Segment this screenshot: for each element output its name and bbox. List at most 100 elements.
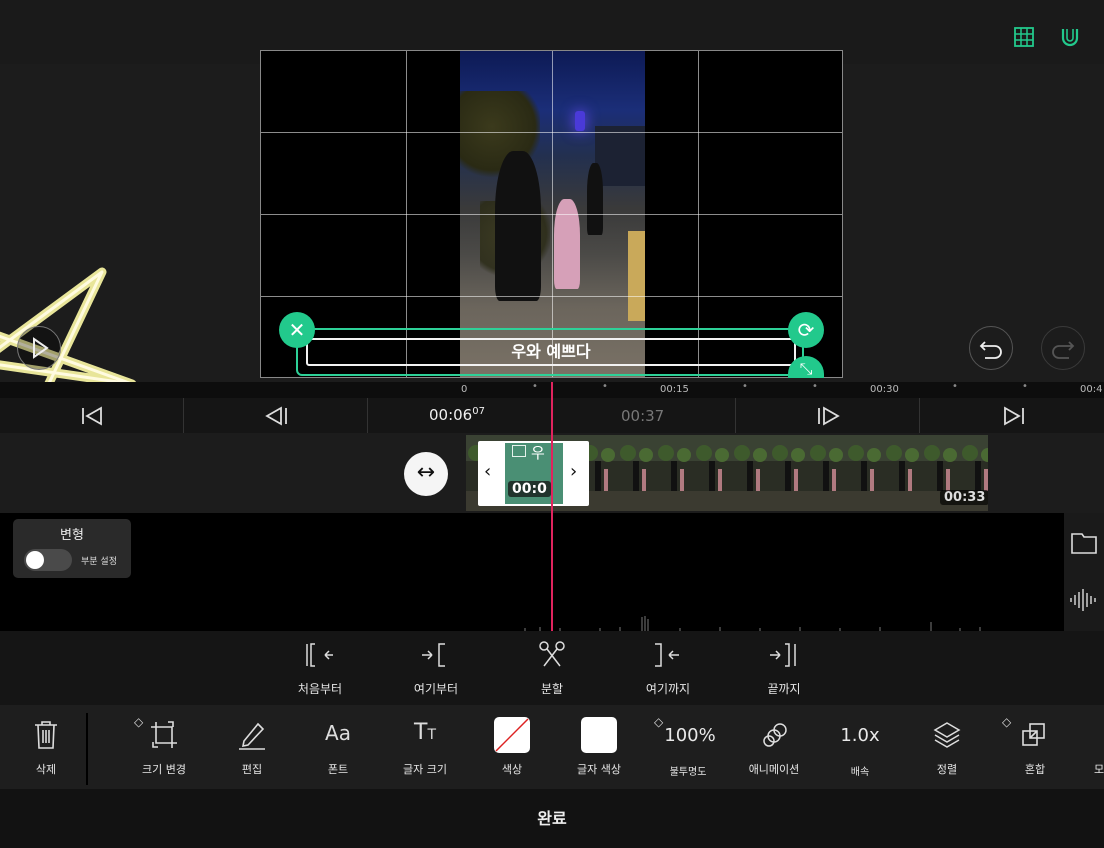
ruler-dot: • <box>1022 381 1028 392</box>
divider <box>367 398 368 433</box>
color-button[interactable]: 색상 <box>482 715 542 781</box>
keyframe-diamond-icon: ◇ <box>134 715 144 729</box>
track-area <box>0 513 1064 631</box>
delete-button[interactable]: 삭제 <box>16 715 76 781</box>
person-child <box>554 199 580 289</box>
opacity-label: 불투명도 <box>669 767 707 778</box>
opacity-button[interactable]: ◇ 100% 불투명도 <box>652 715 724 781</box>
jump-to-start-icon[interactable] <box>78 402 108 430</box>
toolbar-divider <box>86 713 88 785</box>
ruler-dot: • <box>812 381 818 392</box>
edit-button[interactable]: 편집 <box>222 715 282 781</box>
rotate-icon[interactable]: ⟳ <box>788 312 824 348</box>
folder-icon[interactable] <box>1070 529 1098 555</box>
transform-title: 변형 <box>60 528 84 543</box>
light-shape <box>575 111 585 131</box>
magnet-snap-icon[interactable] <box>1057 24 1083 50</box>
ruler-tick-label: 00:4 <box>1080 384 1103 395</box>
trim-left-handle-icon[interactable]: ‹ <box>484 461 491 482</box>
no-color-swatch-icon <box>494 717 530 753</box>
blend-button[interactable]: ◇ 혼합 <box>1000 715 1070 781</box>
grid-icon[interactable] <box>1011 24 1037 50</box>
undo-button[interactable] <box>969 326 1013 370</box>
keyframe-diamond-icon: ◇ <box>1002 715 1012 729</box>
font-size-button[interactable]: TT 글자 크기 <box>395 715 455 781</box>
font-button[interactable]: Aa 폰트 <box>308 715 368 781</box>
redo-button[interactable] <box>1041 326 1085 370</box>
font-label: 폰트 <box>327 763 349 776</box>
partial-setting-label: 부분 설정 <box>81 557 117 567</box>
ruler-tick-label: 00:30 <box>870 384 899 395</box>
trim-right-handle-icon[interactable]: › <box>570 461 577 482</box>
audio-waveform-icon[interactable] <box>1068 587 1100 613</box>
blend-label: 혼합 <box>1024 763 1046 776</box>
close-icon[interactable]: ✕ <box>279 312 315 348</box>
opacity-value: 100% <box>664 725 716 746</box>
text-clip-selected[interactable]: 우 00:0 ‹ › <box>478 441 589 506</box>
resize-label: 크기 변경 <box>142 763 186 776</box>
play-button[interactable] <box>17 326 61 370</box>
font-icon: Aa <box>325 721 351 745</box>
current-time: 00:0607 <box>429 406 485 424</box>
building-shape <box>595 126 645 186</box>
trim-to-end-button[interactable]: 끝까지 <box>759 639 809 699</box>
edit-actions-row: 처음부터 여기부터 분할 여기까지 끝까지 <box>0 631 1104 705</box>
trim-from-start-label: 처음부터 <box>297 682 343 696</box>
done-button[interactable]: 완료 <box>502 797 602 841</box>
trim-from-start-button[interactable]: 처음부터 <box>295 639 345 699</box>
ruler-tick-label: 0 <box>461 384 468 395</box>
trim-from-here-label: 여기부터 <box>413 682 459 696</box>
subtitle-text[interactable]: 우와 예쁘다 <box>306 338 796 366</box>
person-adult <box>495 151 541 301</box>
footer-bar: 완료 <box>0 789 1104 848</box>
person-far <box>587 163 603 235</box>
arrange-label: 정렬 <box>936 763 958 776</box>
text-color-button[interactable]: 글자 색상 <box>567 715 631 781</box>
animation-button[interactable]: 애니메이션 <box>738 715 810 781</box>
divider <box>183 398 184 433</box>
tool-toolbar: 삭제 ◇ 크기 변경 편집 Aa 폰트 TT 글자 크기 색상 글자 색상 ◇ … <box>0 705 1104 789</box>
post-shape <box>628 231 645 321</box>
side-panel <box>1064 513 1104 631</box>
more-tool-label: 모 <box>1094 763 1104 776</box>
text-clip-time: 00:0 <box>508 481 551 497</box>
color-label: 색상 <box>501 763 523 776</box>
split-button[interactable]: 분할 <box>527 639 577 699</box>
font-size-label: 글자 크기 <box>403 763 447 776</box>
trim-from-here-button[interactable]: 여기부터 <box>411 639 461 699</box>
font-size-icon: TT <box>413 720 436 745</box>
jump-to-end-icon[interactable] <box>998 402 1028 430</box>
text-clip-glyph: 우 <box>531 444 545 462</box>
divider <box>919 398 920 433</box>
previous-frame-icon[interactable] <box>262 402 292 430</box>
more-tool-button[interactable]: 모 <box>1092 715 1104 781</box>
trim-to-end-label: 끝까지 <box>767 682 801 696</box>
delete-label: 삭제 <box>35 763 57 776</box>
resize-button[interactable]: ◇ 크기 변경 <box>124 715 204 781</box>
ruler-dot: • <box>742 381 748 392</box>
ruler-dot: • <box>532 381 538 392</box>
speed-value: 1.0x <box>840 725 880 746</box>
grid-line <box>261 132 842 133</box>
current-time-value: 00:06 <box>429 406 473 424</box>
current-time-frames: 07 <box>472 406 485 417</box>
toggle-knob <box>26 551 44 569</box>
subtitle-icon <box>512 445 526 457</box>
arrange-button[interactable]: 정렬 <box>917 715 977 781</box>
total-time: 00:37 <box>621 407 665 425</box>
trim-to-here-button[interactable]: 여기까지 <box>643 639 693 699</box>
edit-label: 편집 <box>241 763 263 776</box>
next-frame-icon[interactable] <box>813 402 843 430</box>
clip-duration: 00:33 <box>940 490 988 505</box>
transform-panel: 변형 부분 설정 <box>13 519 131 578</box>
grid-line <box>261 296 842 297</box>
partial-setting-toggle[interactable] <box>24 549 72 571</box>
ruler-tick-label: 00:15 <box>660 384 689 395</box>
split-label: 분할 <box>540 682 564 696</box>
ruler-dot: • <box>952 381 958 392</box>
playhead[interactable] <box>551 382 553 631</box>
white-color-swatch <box>581 717 617 753</box>
speed-button[interactable]: 1.0x 배속 <box>830 715 890 781</box>
speed-label: 배속 <box>850 767 870 778</box>
expand-horizontal-icon[interactable]: ↔ <box>404 452 448 496</box>
